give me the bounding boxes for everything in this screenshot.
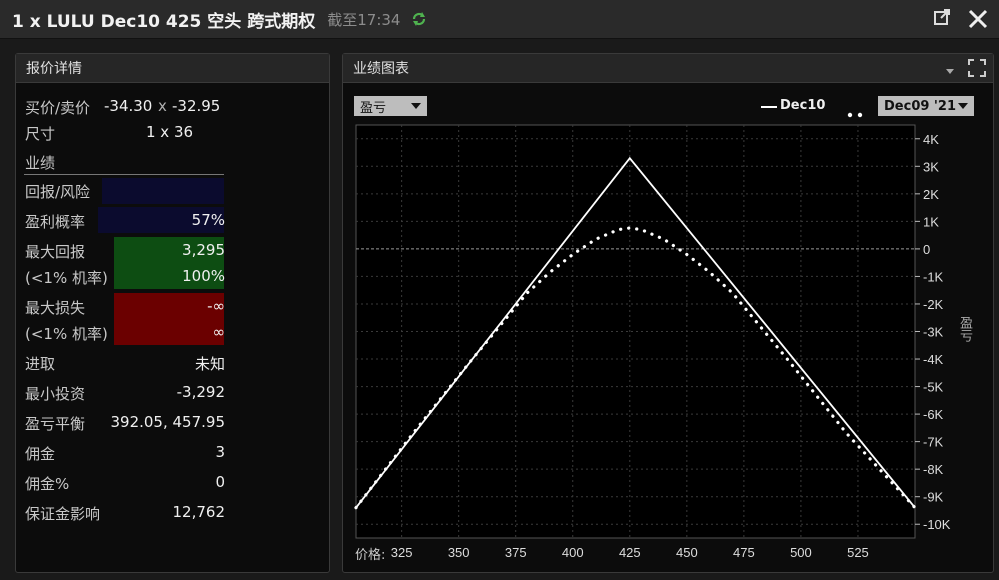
x-tick-label: 325 — [391, 545, 413, 560]
x-tick-label: 400 — [562, 545, 584, 560]
margin-value: 12,762 — [172, 503, 226, 521]
max-return-label: 最大回报 — [25, 243, 86, 261]
y-tick-label: -4K — [923, 352, 944, 367]
y-tick-label: -5K — [923, 380, 944, 395]
margin-label: 保证金影响 — [25, 505, 101, 523]
min-invest-label: 最小投资 — [25, 385, 86, 403]
close-icon[interactable] — [967, 8, 989, 30]
commission-value: 3 — [215, 443, 225, 461]
quote-details-panel: 报价详情 买价/卖价 -34.30 x -32.95 尺寸 1 x 36 业绩 … — [15, 53, 330, 573]
size-value: 1 x 36 — [146, 123, 194, 141]
bid-ask-label: 买价/卖价 — [25, 99, 91, 117]
performance-label: 业绩 — [25, 154, 56, 172]
y-tick-label: 0 — [923, 242, 930, 257]
bid-value: -34.30 — [104, 97, 153, 115]
y-tick-label: 3K — [923, 159, 939, 174]
ask-value: -32.95 — [172, 97, 221, 115]
y-tick-label: 1K — [923, 214, 939, 229]
quote-details-title: 报价详情 — [26, 61, 82, 77]
min-invest-value: -3,292 — [176, 383, 225, 401]
y-tick-label: 4K — [923, 132, 939, 147]
x-tick-label: 450 — [676, 545, 698, 560]
commission-label: 佣金 — [25, 445, 56, 463]
window-titlebar: 1 x LULU Dec10 425 空头 跨式期权 截至17:34 — [0, 0, 999, 39]
breakeven-value: 392.05, 457.95 — [110, 413, 225, 431]
prob-profit-value: 57% — [191, 211, 225, 229]
y-tick-label: -6K — [923, 407, 944, 422]
return-risk-label: 回报/风险 — [25, 183, 91, 201]
y-tick-label: -8K — [923, 462, 944, 477]
max-loss-label: 最大损失 — [25, 299, 86, 317]
max-loss-value: -∞ — [207, 297, 225, 315]
y-tick-label: -7K — [923, 435, 944, 450]
quote-details-header: 报价详情 — [16, 54, 329, 83]
y-axis-title: 盈亏 — [957, 316, 972, 342]
refresh-icon[interactable] — [410, 10, 428, 28]
x-tick-label: 425 — [619, 545, 641, 560]
x-tick-label: 350 — [448, 545, 470, 560]
prob-profit-label: 盈利概率 — [25, 213, 86, 231]
max-loss-prob-value: ∞ — [212, 323, 226, 341]
commission-pct-label: 佣金% — [25, 475, 70, 493]
pnl-chart: 4K 3K 2K 1K 0 -1K -2K -3K -4K -5K -6K -7K -8K -9K -10K… — [354, 124, 951, 560]
size-label: 尺寸 — [25, 125, 56, 143]
y-tick-label: -1K — [923, 269, 944, 284]
y-tick-label: -2K — [923, 297, 944, 312]
y-tick-label: -9K — [923, 490, 944, 505]
as-of-time: 截至17:34 — [327, 10, 401, 29]
commission-pct-value: 0 — [215, 473, 225, 491]
x-tick-label: 500 — [790, 545, 812, 560]
breakeven-label: 盈亏平衡 — [25, 415, 86, 433]
performance-divider — [24, 174, 224, 175]
max-return-value: 3,295 — [182, 241, 225, 259]
return-risk-box — [102, 178, 224, 204]
price-axis-label: 价格: — [355, 548, 386, 563]
performance-chart-panel: 业绩图表 盈亏 Dec10 Dec09 '21 4K 3K 2K 1K 0 -1K -2K -… — [342, 53, 994, 573]
max-return-prob-value: 100% — [182, 267, 225, 285]
window-title: 1 x LULU Dec10 425 空头 跨式期权 — [12, 11, 316, 32]
max-return-prob-label: (<1% 机率) — [25, 269, 108, 287]
y-tick-label: 2K — [923, 187, 939, 202]
y-tick-label: -3K — [923, 325, 944, 340]
entry-label: 进取 — [25, 355, 56, 373]
y-tick-label: -10K — [923, 517, 951, 532]
x-tick-label: 525 — [847, 545, 869, 560]
popout-icon[interactable] — [933, 8, 951, 30]
max-loss-prob-label: (<1% 机率) — [25, 325, 108, 343]
bid-ask-separator: x — [158, 97, 167, 115]
x-tick-label: 475 — [733, 545, 755, 560]
x-tick-label: 375 — [505, 545, 527, 560]
entry-value: 未知 — [194, 355, 225, 373]
